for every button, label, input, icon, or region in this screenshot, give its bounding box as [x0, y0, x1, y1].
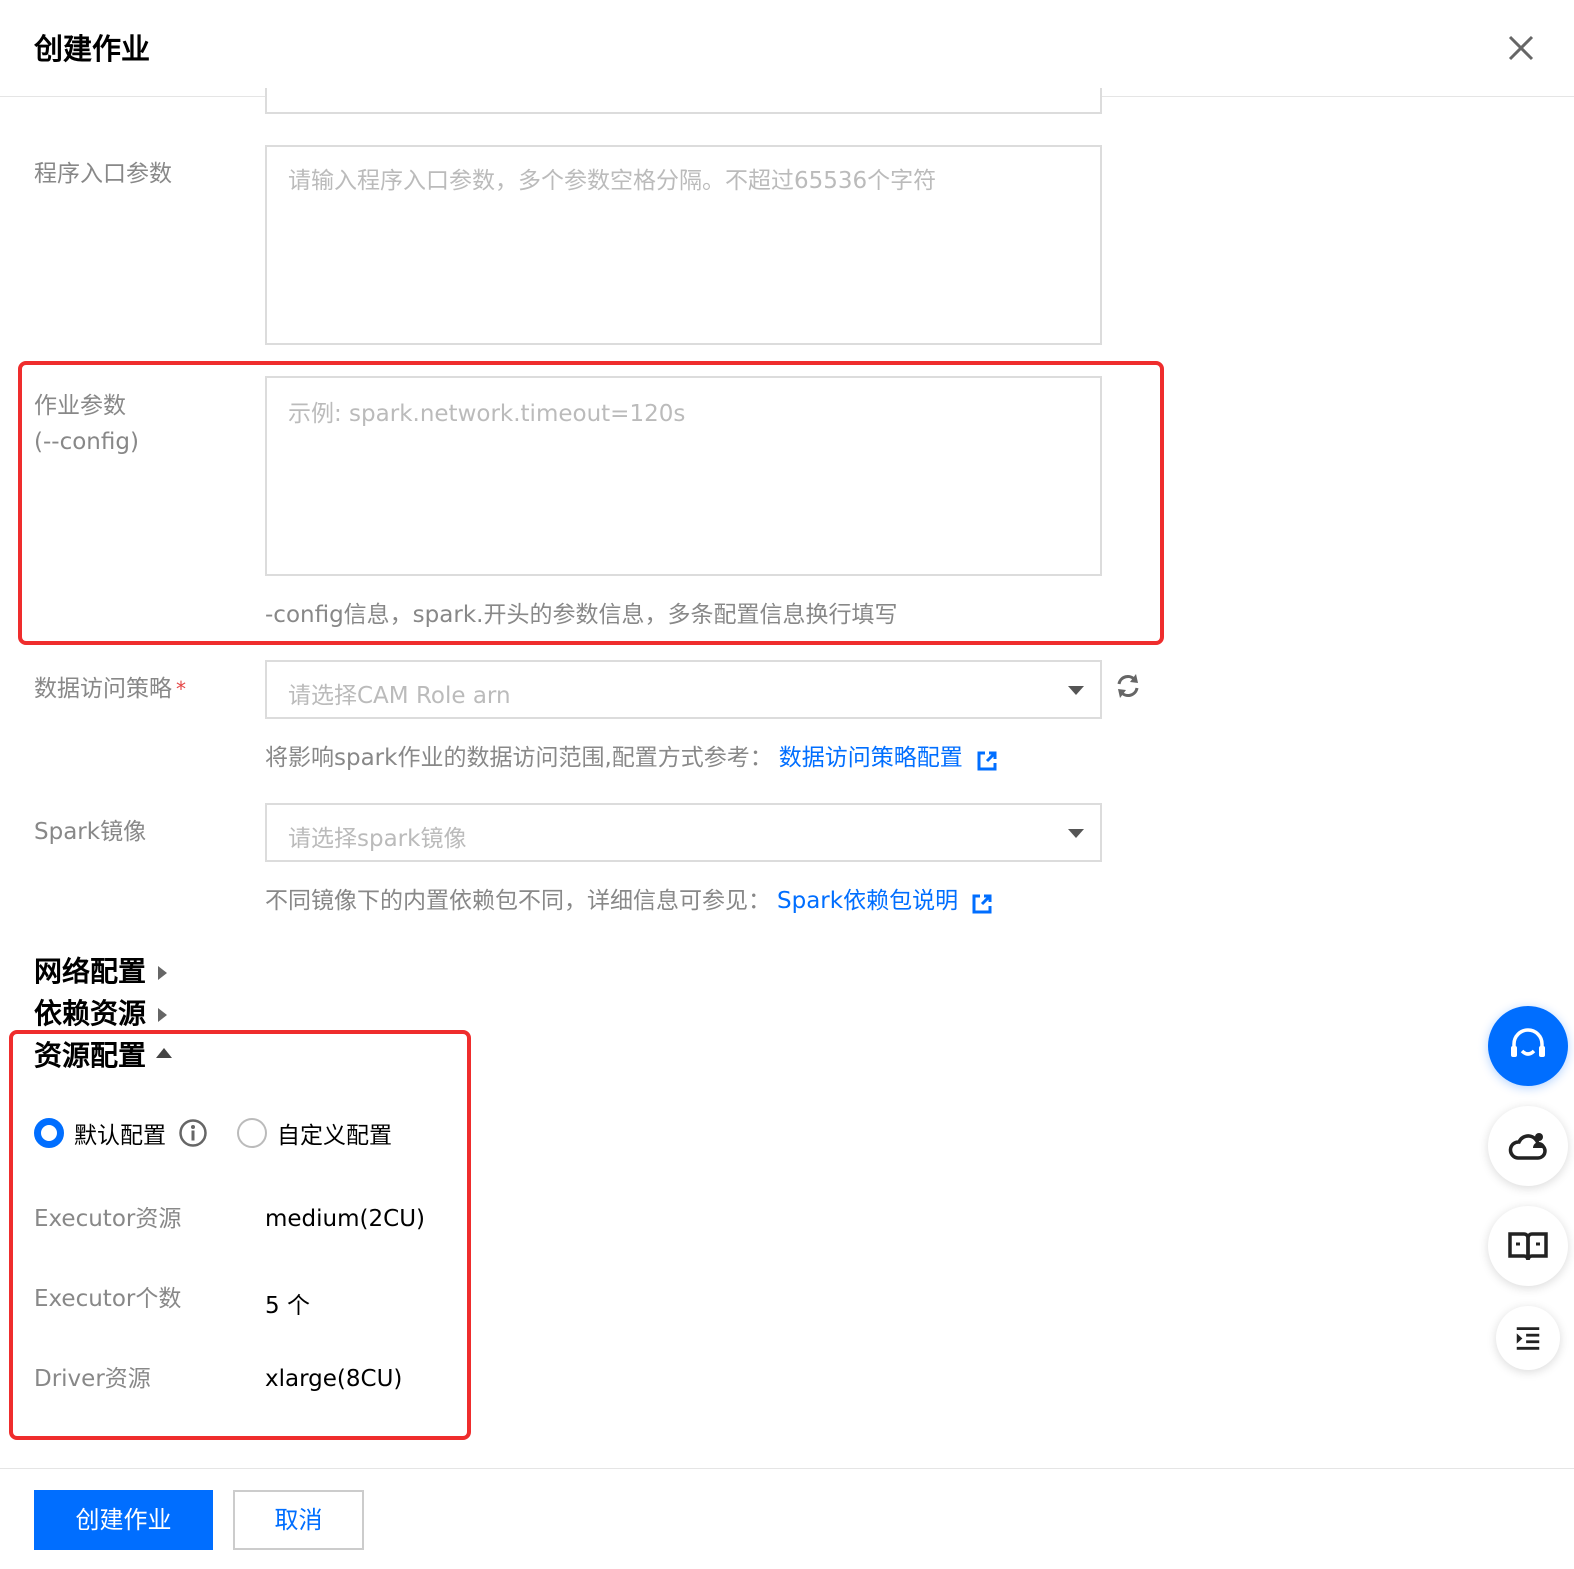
job-params-hint: -config信息，spark.开头的参数信息，多条配置信息换行填写 — [265, 602, 898, 628]
data-access-select[interactable]: 请选择CAM Role arn — [265, 660, 1102, 719]
spark-image-placeholder: 请选择spark镜像 — [288, 826, 467, 852]
cloud-button[interactable] — [1488, 1106, 1568, 1186]
info-icon[interactable] — [178, 1118, 208, 1148]
job-params-placeholder: 示例: spark.network.timeout=120s — [288, 401, 686, 427]
job-params-label-line2: (--config) — [34, 429, 139, 455]
entry-params-label: 程序入口参数 — [34, 161, 172, 187]
external-link-icon[interactable] — [971, 893, 993, 915]
data-access-hint: 将影响spark作业的数据访问范围,配置方式参考： — [265, 745, 773, 771]
data-access-hint-row: 将影响spark作业的数据访问范围,配置方式参考： 数据访问策略配置 — [265, 738, 998, 772]
job-params-label-line1: 作业参数 — [34, 393, 126, 419]
outline-icon — [1516, 1327, 1540, 1350]
section-dependencies-label: 依赖资源 — [34, 997, 147, 1030]
radio-default-label: 默认配置 — [74, 1123, 166, 1149]
radio-custom-option[interactable]: 自定义配置 — [237, 1116, 392, 1150]
driver-resource-label: Driver资源 — [34, 1366, 151, 1392]
section-resources-label: 资源配置 — [34, 1039, 147, 1072]
book-icon — [1508, 1232, 1548, 1261]
radio-default[interactable] — [34, 1118, 64, 1148]
chevron-down-icon — [1068, 829, 1084, 838]
create-job-button[interactable]: 创建作业 — [34, 1490, 213, 1550]
spark-image-link[interactable]: Spark依赖包说明 — [777, 888, 958, 914]
entry-params-textarea[interactable]: 请输入程序入口参数，多个参数空格分隔。不超过65536个字符 — [265, 145, 1102, 345]
data-access-label: 数据访问策略 * — [34, 671, 186, 707]
radio-default-option[interactable]: 默认配置 — [34, 1116, 208, 1150]
spark-image-select[interactable]: 请选择spark镜像 — [265, 803, 1102, 862]
spark-image-hint: 不同镜像下的内置依赖包不同，详细信息可参见： — [265, 888, 771, 914]
data-access-placeholder: 请选择CAM Role arn — [288, 683, 511, 709]
headset-icon — [1511, 1028, 1545, 1057]
support-button[interactable] — [1488, 1006, 1568, 1086]
job-params-label: 作业参数 (--config) — [34, 388, 139, 460]
data-access-link[interactable]: 数据访问策略配置 — [779, 745, 963, 771]
previous-field-input[interactable] — [265, 88, 1102, 114]
cloud-user-icon — [1508, 1133, 1547, 1160]
executor-count-value: 5 个 — [265, 1293, 310, 1319]
dialog-title: 创建作业 — [34, 32, 151, 66]
executor-resource-value: medium(2CU) — [265, 1206, 426, 1232]
driver-resource-value: xlarge(8CU) — [265, 1366, 403, 1392]
dialog-header — [0, 0, 1574, 97]
section-network[interactable]: 网络配置 — [34, 950, 168, 990]
caret-up-icon — [156, 1048, 173, 1058]
executor-count-label: Executor个数 — [34, 1286, 182, 1312]
data-access-label-text: 数据访问策略 — [34, 676, 172, 702]
section-resources[interactable]: 资源配置 — [34, 1034, 173, 1074]
outline-button[interactable] — [1496, 1306, 1560, 1370]
required-mark: * — [176, 677, 186, 701]
close-icon[interactable] — [1503, 30, 1539, 66]
section-dependencies[interactable]: 依赖资源 — [34, 992, 168, 1032]
job-params-textarea[interactable]: 示例: spark.network.timeout=120s — [265, 376, 1102, 576]
spark-image-label: Spark镜像 — [34, 819, 147, 845]
entry-params-placeholder: 请输入程序入口参数，多个参数空格分隔。不超过65536个字符 — [288, 168, 937, 194]
spark-image-hint-row: 不同镜像下的内置依赖包不同，详细信息可参见： Spark依赖包说明 — [265, 881, 993, 915]
chevron-down-icon — [1068, 686, 1084, 695]
caret-right-icon — [158, 1008, 168, 1022]
section-network-label: 网络配置 — [34, 955, 147, 988]
radio-custom[interactable] — [237, 1118, 267, 1148]
cancel-button[interactable]: 取消 — [233, 1490, 364, 1550]
refresh-icon[interactable] — [1113, 671, 1143, 701]
radio-custom-label: 自定义配置 — [277, 1123, 392, 1149]
docs-button[interactable] — [1488, 1206, 1568, 1286]
caret-right-icon — [158, 966, 168, 980]
external-link-icon[interactable] — [976, 750, 998, 772]
executor-resource-label: Executor资源 — [34, 1206, 182, 1232]
